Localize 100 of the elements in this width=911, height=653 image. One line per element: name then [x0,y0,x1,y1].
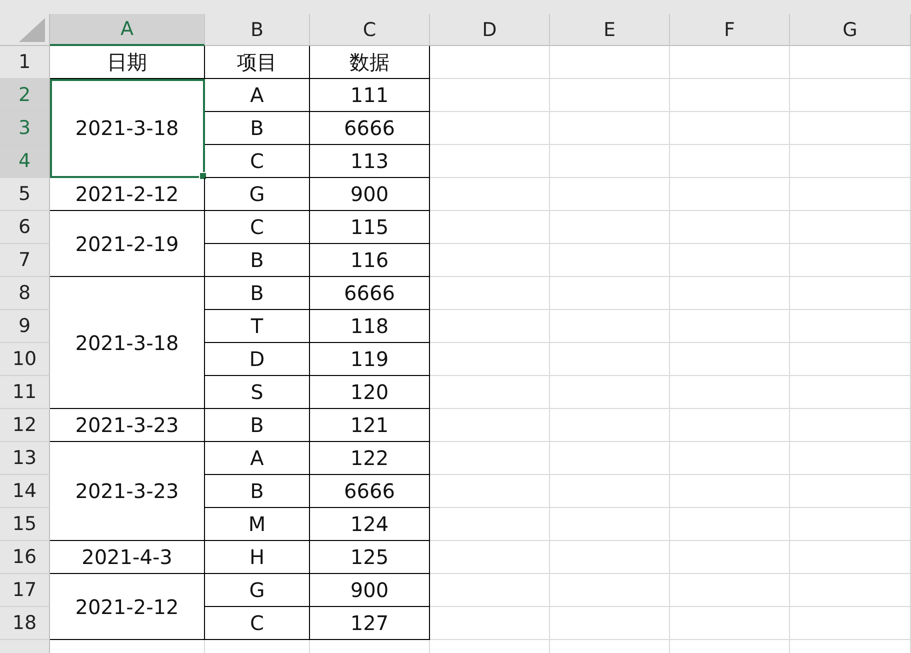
empty-cell[interactable] [550,607,670,640]
empty-cell[interactable] [550,112,670,145]
empty-cell[interactable] [790,541,911,574]
column-header[interactable]: D [430,14,550,46]
empty-cell[interactable] [670,46,790,79]
empty-cell[interactable] [670,508,790,541]
empty-cell[interactable] [670,310,790,343]
empty-cell[interactable] [550,211,670,244]
row-number[interactable]: 16 [0,541,50,574]
empty-cell[interactable] [670,607,790,640]
empty-cell[interactable] [550,574,670,607]
empty-cell[interactable] [670,211,790,244]
empty-cell[interactable] [550,409,670,442]
empty-cell[interactable] [790,508,911,541]
row-number[interactable]: 6 [0,211,50,244]
empty-cell[interactable] [670,112,790,145]
empty-cell[interactable] [790,607,911,640]
row-number[interactable]: 2 [0,79,50,112]
table-cell: 121 [310,409,430,442]
empty-cell[interactable] [550,79,670,112]
empty-cell[interactable] [790,178,911,211]
empty-cell[interactable] [670,79,790,112]
empty-cell[interactable] [430,112,550,145]
empty-cell[interactable] [430,343,550,376]
column-header[interactable]: A [50,14,205,46]
row-number[interactable]: 13 [0,442,50,475]
column-header[interactable]: F [670,14,790,46]
empty-cell[interactable] [790,244,911,277]
row-number[interactable]: 4 [0,145,50,178]
empty-cell[interactable] [430,442,550,475]
empty-cell[interactable] [670,376,790,409]
row-number[interactable]: 5 [0,178,50,211]
empty-cell[interactable] [430,277,550,310]
empty-cell[interactable] [430,178,550,211]
empty-cell[interactable] [670,442,790,475]
empty-cell[interactable] [430,475,550,508]
row-number[interactable]: 1 [0,46,50,79]
empty-cell[interactable] [790,277,911,310]
empty-cell[interactable] [550,277,670,310]
empty-cell[interactable] [550,442,670,475]
row-number[interactable]: 10 [0,343,50,376]
empty-cell[interactable] [790,145,911,178]
empty-cell[interactable] [790,46,911,79]
fill-handle[interactable] [199,172,207,180]
empty-cell[interactable] [670,409,790,442]
row-number[interactable]: 8 [0,277,50,310]
row-number[interactable]: 12 [0,409,50,442]
empty-cell[interactable] [790,409,911,442]
empty-cell[interactable] [670,244,790,277]
empty-cell[interactable] [670,343,790,376]
row-number[interactable]: 18 [0,607,50,640]
empty-cell[interactable] [670,277,790,310]
empty-cell[interactable] [430,508,550,541]
empty-cell[interactable] [790,442,911,475]
empty-cell[interactable] [670,574,790,607]
row-number[interactable]: 3 [0,112,50,145]
row-number[interactable]: 7 [0,244,50,277]
empty-cell[interactable] [550,343,670,376]
empty-cell[interactable] [550,145,670,178]
empty-cell[interactable] [550,46,670,79]
empty-cell[interactable] [790,310,911,343]
column-header[interactable]: E [550,14,670,46]
empty-cell[interactable] [430,145,550,178]
empty-cell[interactable] [550,244,670,277]
empty-cell[interactable] [670,145,790,178]
column-header[interactable]: C [310,14,430,46]
empty-cell[interactable] [430,409,550,442]
row-number[interactable]: 9 [0,310,50,343]
column-header[interactable]: G [790,14,911,46]
empty-cell[interactable] [790,79,911,112]
empty-cell[interactable] [790,211,911,244]
empty-cell[interactable] [430,79,550,112]
empty-cell[interactable] [430,244,550,277]
empty-cell[interactable] [550,508,670,541]
empty-cell[interactable] [550,376,670,409]
empty-cell[interactable] [790,475,911,508]
empty-cell[interactable] [430,574,550,607]
empty-cell[interactable] [550,310,670,343]
select-all-icon[interactable] [19,18,45,42]
empty-cell[interactable] [430,310,550,343]
empty-cell[interactable] [670,541,790,574]
empty-cell[interactable] [790,574,911,607]
empty-cell[interactable] [790,376,911,409]
empty-cell[interactable] [550,541,670,574]
empty-cell[interactable] [790,343,911,376]
empty-cell[interactable] [550,475,670,508]
row-number[interactable]: 11 [0,376,50,409]
empty-cell[interactable] [550,178,670,211]
empty-cell[interactable] [430,376,550,409]
column-header[interactable]: B [205,14,310,46]
empty-cell[interactable] [670,178,790,211]
row-number[interactable]: 14 [0,475,50,508]
empty-cell[interactable] [430,541,550,574]
row-number[interactable]: 15 [0,508,50,541]
empty-cell[interactable] [670,475,790,508]
empty-cell[interactable] [430,211,550,244]
empty-cell[interactable] [790,112,911,145]
empty-cell[interactable] [430,46,550,79]
row-number[interactable]: 17 [0,574,50,607]
empty-cell[interactable] [430,607,550,640]
